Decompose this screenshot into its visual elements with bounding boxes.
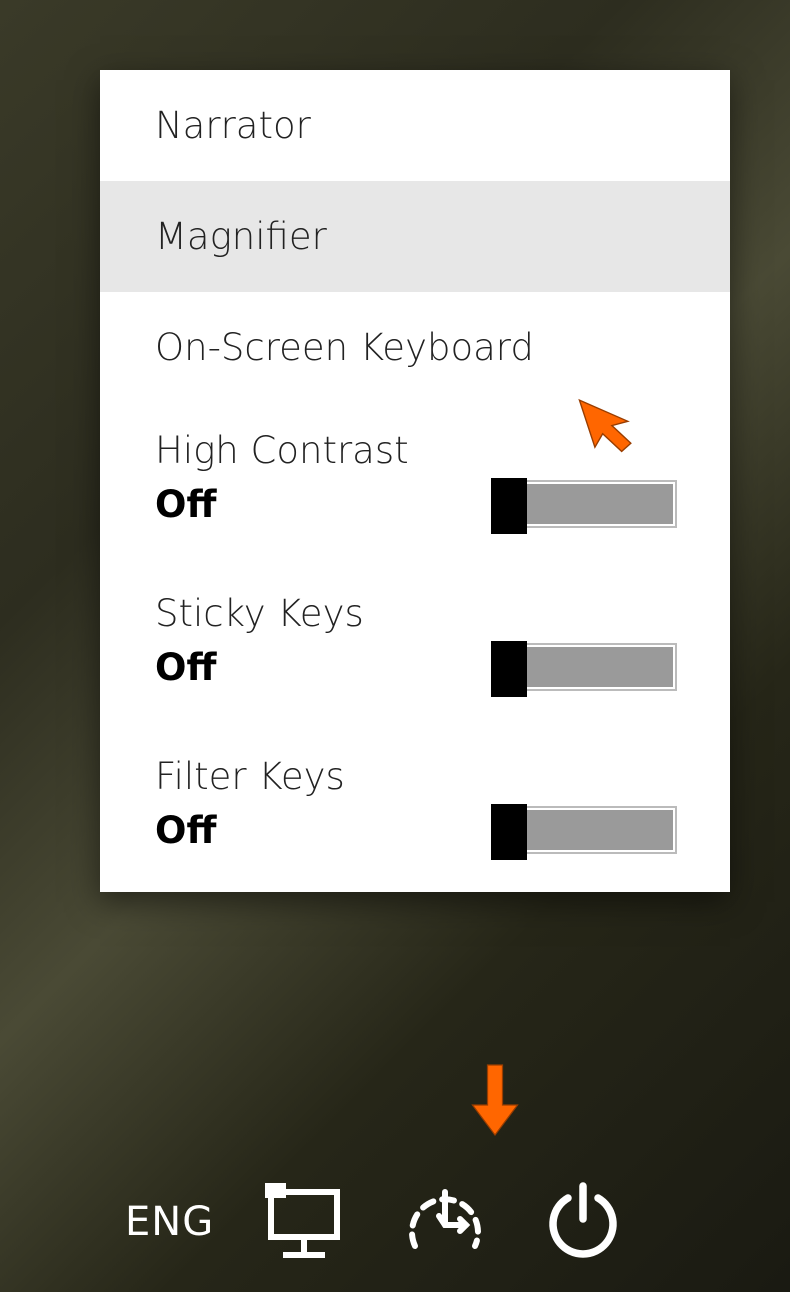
toggle-state: Off	[155, 809, 216, 852]
language-indicator[interactable]: ENG	[125, 1199, 214, 1245]
toggle-label: Filter Keys	[155, 755, 675, 798]
network-icon[interactable]	[262, 1177, 352, 1267]
menu-item-sticky-keys: Sticky Keys Off	[100, 566, 730, 729]
filter-keys-toggle[interactable]	[495, 808, 675, 852]
annotation-arrow-down-icon	[470, 1060, 520, 1140]
annotation-cursor-icon	[578, 388, 633, 458]
lock-screen-bottom-bar: ENG	[0, 1152, 790, 1292]
toggle-state: Off	[155, 646, 216, 689]
sticky-keys-toggle[interactable]	[495, 645, 675, 689]
ease-of-access-icon[interactable]	[400, 1177, 490, 1267]
menu-item-on-screen-keyboard[interactable]: On-Screen Keyboard	[100, 292, 730, 403]
menu-label: Magnifier	[155, 215, 327, 258]
menu-label: Narrator	[155, 104, 311, 147]
high-contrast-toggle[interactable]	[495, 482, 675, 526]
power-icon[interactable]	[538, 1177, 628, 1267]
toggle-state: Off	[155, 483, 216, 526]
menu-item-high-contrast: High Contrast Off	[100, 403, 730, 566]
menu-item-magnifier[interactable]: Magnifier	[100, 181, 730, 292]
ease-of-access-menu: Narrator Magnifier On-Screen Keyboard Hi…	[100, 70, 730, 892]
toggle-label: Sticky Keys	[155, 592, 675, 635]
menu-label: On-Screen Keyboard	[155, 326, 534, 369]
menu-item-filter-keys: Filter Keys Off	[100, 729, 730, 892]
menu-item-narrator[interactable]: Narrator	[100, 70, 730, 181]
